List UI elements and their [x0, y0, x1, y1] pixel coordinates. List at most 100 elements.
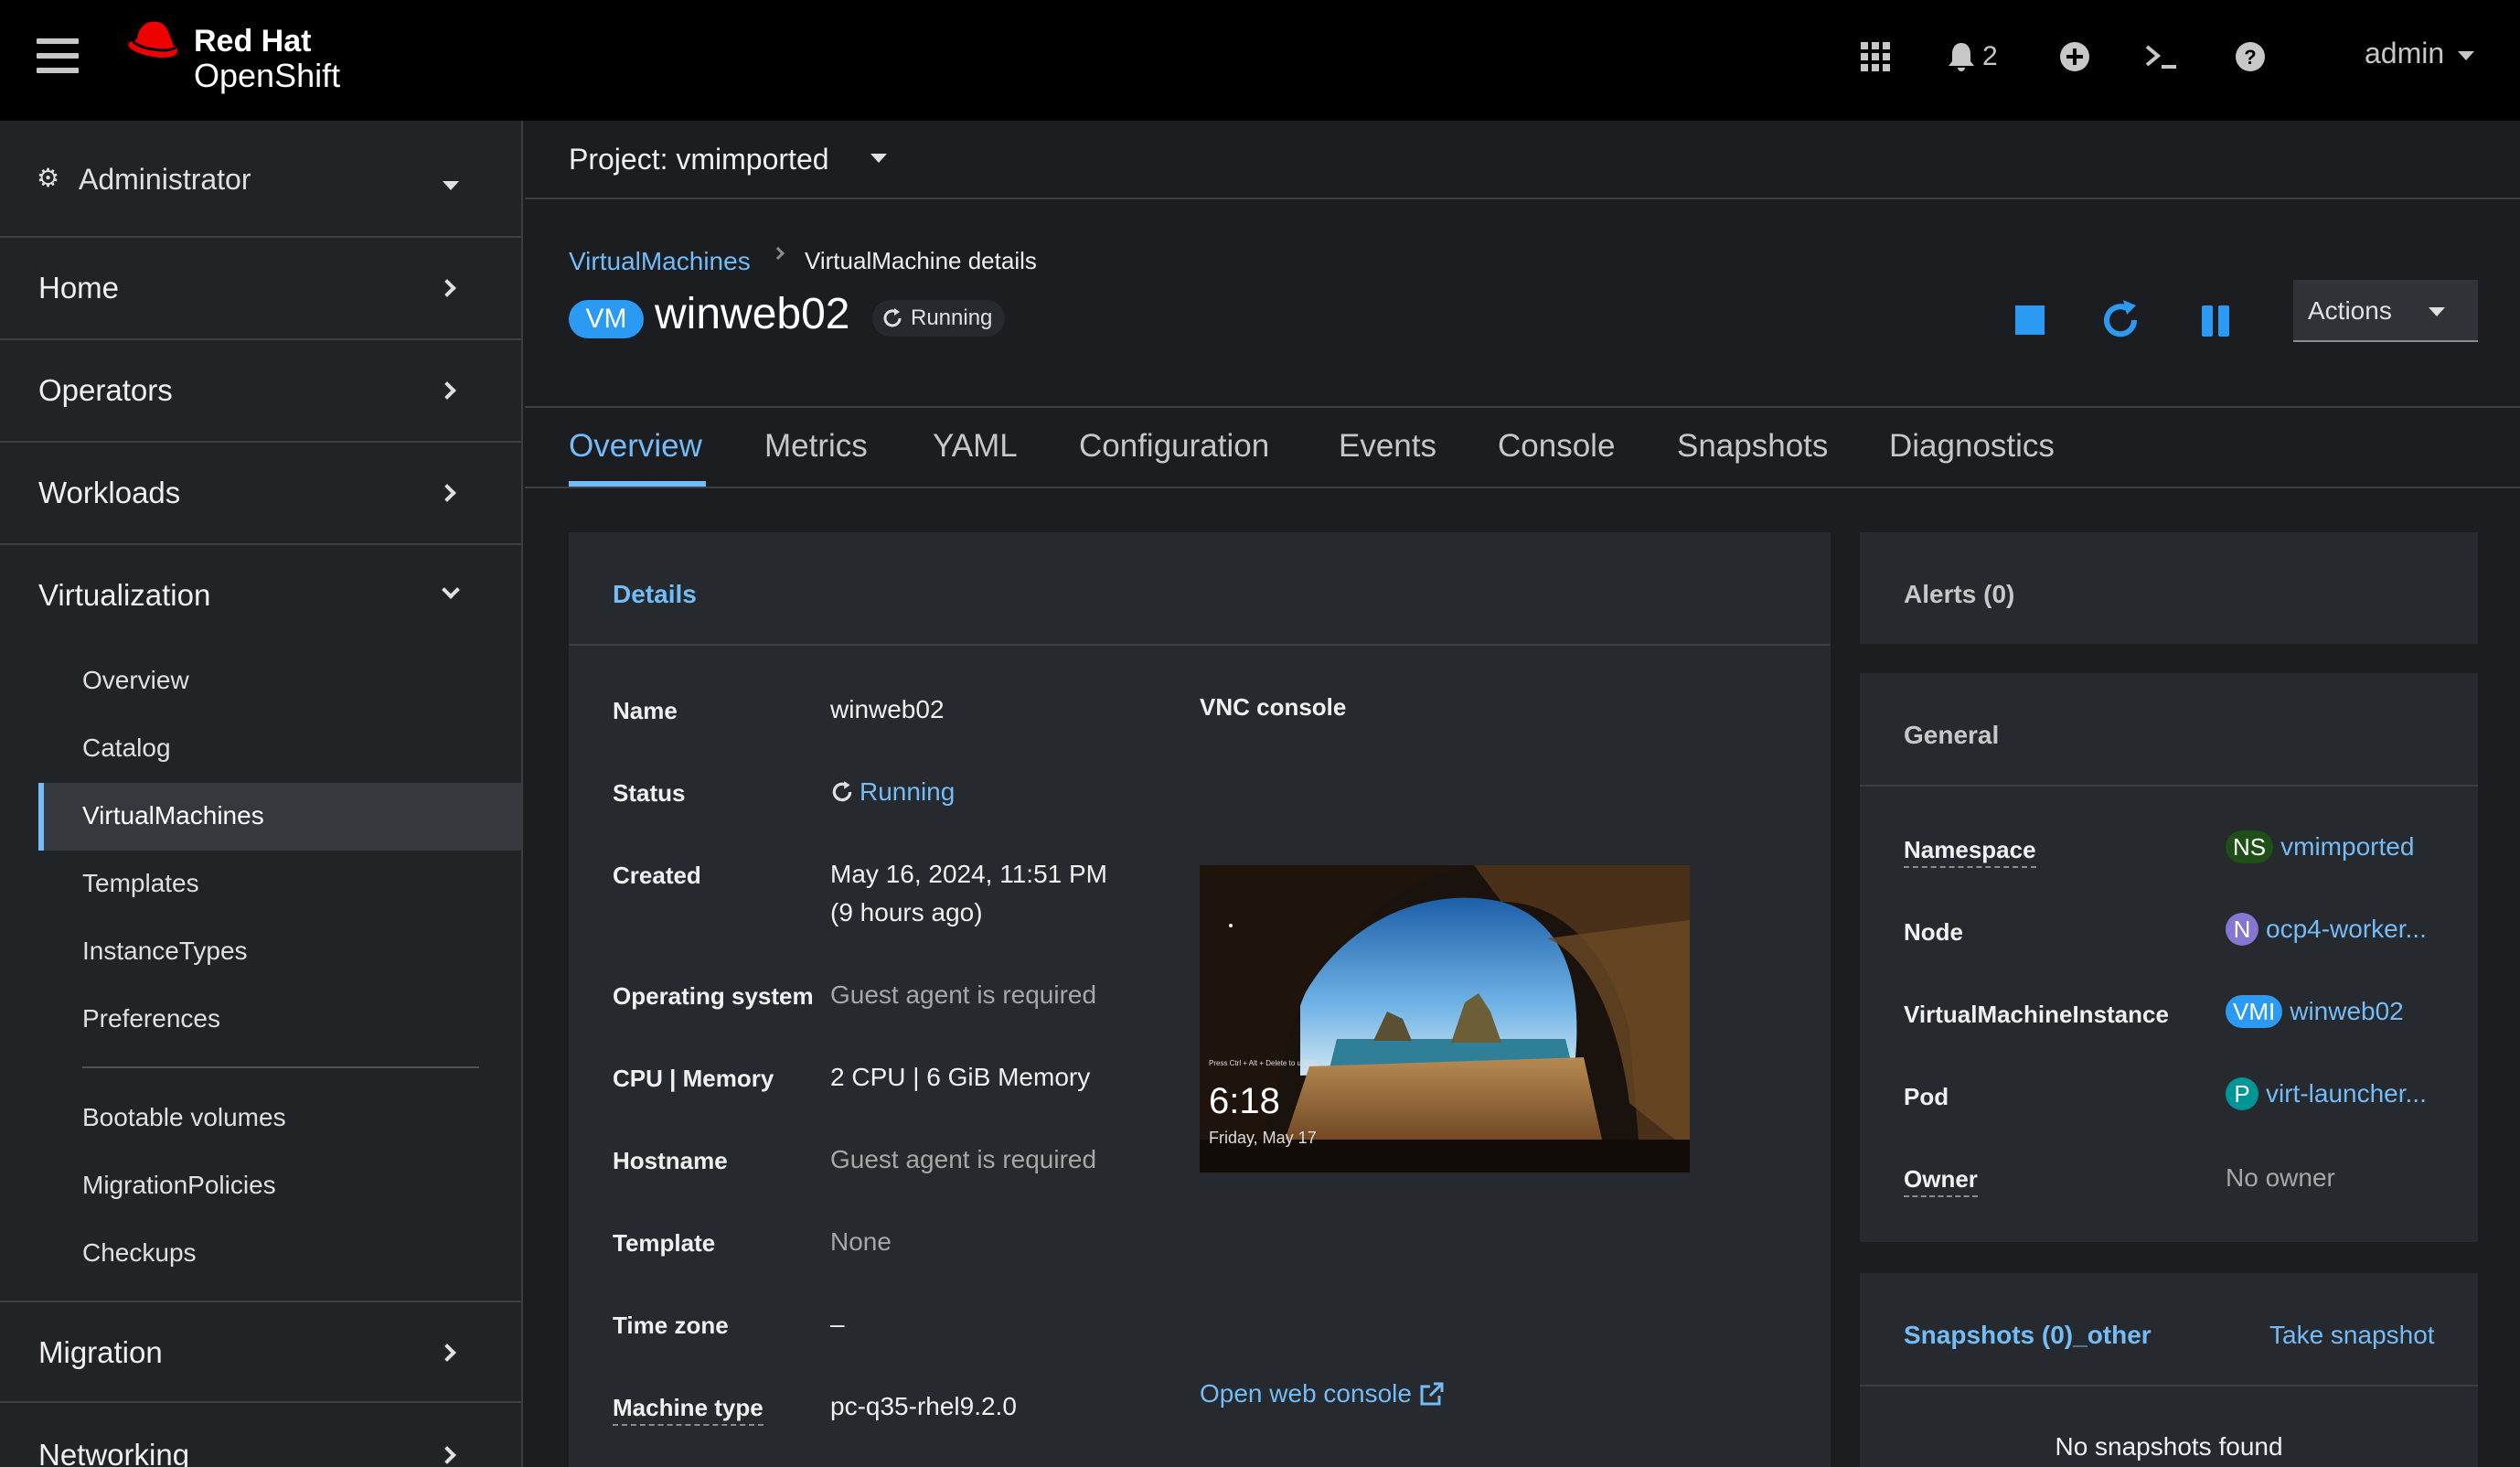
vmi-value: winweb02 [2290, 997, 2404, 1025]
vmi-label: VirtualMachineInstance [1904, 1001, 2169, 1028]
pod-badge: P [2226, 1077, 2258, 1110]
help-icon[interactable]: ? [2235, 37, 2266, 77]
caret-down-icon [2458, 50, 2475, 60]
vnc-console-thumbnail[interactable]: Press Ctrl + Alt + Delete to unlock 6:18… [1200, 865, 1690, 1173]
tab-yaml[interactable]: YAML [933, 428, 1018, 465]
cogs-icon: ⚙ [37, 164, 60, 192]
chevron-right-icon [438, 1344, 456, 1362]
breadcrumb-virtualmachines-link[interactable]: VirtualMachines [569, 247, 751, 276]
nav-section-operators[interactable]: Operators [0, 340, 521, 443]
general-card-header: General [1860, 673, 2478, 787]
open-web-console-text: Open web console [1200, 1379, 1412, 1408]
nav-item-checkups[interactable]: Checkups [82, 1238, 197, 1268]
vmi-link[interactable]: VMI winweb02 [2226, 995, 2404, 1028]
nav-item-bootable-volumes[interactable]: Bootable volumes [82, 1103, 286, 1132]
perspective-switcher[interactable]: ⚙ Administrator [0, 121, 521, 238]
status-label: Status [613, 779, 686, 807]
tab-events[interactable]: Events [1339, 428, 1436, 465]
snapshots-title-link[interactable]: Snapshots (0)_other [1904, 1321, 2152, 1350]
status-text: Running [911, 305, 993, 330]
namespace-label[interactable]: Namespace [1904, 836, 2036, 868]
user-name: admin [2365, 37, 2445, 70]
product-name: OpenShift [194, 57, 341, 94]
take-snapshot-link[interactable]: Take snapshot [2269, 1321, 2435, 1350]
pause-button[interactable] [2189, 293, 2244, 348]
notifications-count: 2 [1982, 41, 1998, 71]
ns-badge: NS [2226, 830, 2274, 863]
nav-item-catalog[interactable]: Catalog [82, 734, 171, 763]
template-label: Template [613, 1229, 716, 1257]
caret-down-icon [443, 181, 459, 190]
pod-link[interactable]: P virt-launcher... [2226, 1077, 2427, 1110]
snapshots-card-header: Snapshots (0)_other Take snapshot [1860, 1273, 2478, 1387]
cpu-memory-value[interactable]: 2 CPU | 6 GiB Memory [830, 1063, 1090, 1092]
details-card-header: Details [569, 532, 1831, 646]
open-web-console-link[interactable]: Open web console [1200, 1379, 1445, 1408]
nav-item-overview[interactable]: Overview [82, 666, 189, 695]
node-value: ocp4-worker... [2266, 915, 2427, 943]
project-selector[interactable]: Project: vmimported [569, 143, 829, 177]
nav-item-migrationpolicies[interactable]: MigrationPolicies [82, 1171, 276, 1200]
tab-console[interactable]: Console [1498, 428, 1615, 465]
created-label: Created [613, 862, 701, 889]
nav-section-home[interactable]: Home [0, 238, 521, 340]
node-label: Node [1904, 918, 1963, 946]
status-label: Running [872, 300, 1006, 337]
perspective-label: Administrator [79, 163, 251, 196]
project-selector-bar: Project: vmimported [525, 121, 2520, 199]
add-icon[interactable] [2059, 37, 2090, 77]
machine-type-label[interactable]: Machine type [613, 1394, 763, 1426]
node-badge: N [2226, 913, 2258, 946]
namespace-value: vmimported [2280, 832, 2415, 861]
nav-item-preferences[interactable]: Preferences [82, 1004, 220, 1033]
restart-button[interactable] [2094, 293, 2149, 348]
nav-item-templates[interactable]: Templates [82, 869, 199, 898]
sync-icon [832, 781, 852, 802]
hostname-value: Guest agent is required [830, 1145, 1097, 1173]
tab-overview[interactable]: Overview [569, 428, 702, 465]
nav-section-workloads[interactable]: Workloads [0, 443, 521, 545]
nav-item-instancetypes[interactable]: InstanceTypes [82, 937, 248, 966]
vmi-badge: VMI [2226, 995, 2283, 1028]
sidebar: ⚙ Administrator Home Operators Workloads… [0, 121, 523, 1467]
command-line-terminal-icon[interactable] [2145, 37, 2178, 77]
owner-label[interactable]: Owner [1904, 1165, 1978, 1197]
details-title-link[interactable]: Details [613, 580, 697, 609]
caret-down-icon[interactable] [870, 154, 887, 163]
owner-value: No owner [2226, 1163, 2335, 1192]
nav-section-virtualization[interactable]: Virtualization [0, 545, 521, 648]
os-label: Operating system [613, 982, 814, 1010]
nav-item-virtualmachines[interactable]: VirtualMachines [82, 801, 264, 830]
timezone-label: Time zone [613, 1312, 729, 1339]
vnc-lockscreen-date: Friday, May 17 [1209, 1129, 1317, 1147]
actions-label: Actions [2308, 296, 2392, 325]
node-link[interactable]: N ocp4-worker... [2226, 913, 2427, 946]
machine-type-value: pc-q35-rhel9.2.0 [830, 1392, 1017, 1420]
nav-section-networking[interactable]: Networking [0, 1405, 521, 1467]
pause-icon [2202, 305, 2229, 337]
notifications-button[interactable]: 2 [1948, 37, 1998, 77]
nav-section-migration[interactable]: Migration [0, 1301, 521, 1403]
tab-metrics[interactable]: Metrics [764, 428, 868, 465]
hamburger-menu-icon[interactable] [37, 38, 79, 73]
stop-button[interactable] [2002, 293, 2057, 348]
chevron-right-icon [438, 381, 456, 400]
masthead: Red Hat OpenShift 2 ? admin [0, 0, 2520, 121]
alerts-title[interactable]: Alerts (0) [1904, 580, 2014, 609]
tab-diagnostics[interactable]: Diagnostics [1889, 428, 2055, 465]
tab-bar: Overview Metrics YAML Configuration Even… [525, 406, 2520, 488]
nav-section-label: Operators [38, 373, 173, 407]
name-value: winweb02 [830, 695, 945, 723]
redhat-hat-icon [128, 21, 178, 58]
breadcrumb-separator-icon [771, 246, 785, 261]
tab-snapshots[interactable]: Snapshots [1677, 428, 1828, 465]
pod-label: Pod [1904, 1083, 1949, 1110]
status-value[interactable]: Running [830, 777, 955, 807]
chevron-right-icon [438, 1446, 456, 1464]
actions-dropdown[interactable]: Actions [2293, 280, 2478, 342]
user-menu[interactable]: admin [2365, 37, 2475, 70]
app-launcher-icon[interactable] [1860, 37, 1891, 77]
cpu-memory-label: CPU | Memory [613, 1065, 774, 1092]
namespace-link[interactable]: NS vmimported [2226, 830, 2414, 863]
tab-configuration[interactable]: Configuration [1079, 428, 1269, 465]
